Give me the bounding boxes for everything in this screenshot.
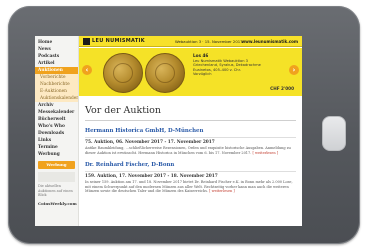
sidebar-nav: Home News Podcasts Artikel Auktionen Vor…	[35, 36, 79, 226]
tablet-home-button[interactable]	[322, 116, 346, 151]
coin-relief	[113, 63, 133, 83]
sidebar-item-werbung[interactable]: Werbung	[35, 151, 78, 158]
carousel-price: CHF 2'000	[270, 86, 294, 91]
main-content: Vor der Auktion Hermann Historica GmbH, …	[79, 96, 302, 226]
read-more-link[interactable]: [ weiterlesen ]	[253, 151, 279, 155]
coin-carousel: ‹ Los 46 Leu Numismatik Webauktion 3 Gri…	[79, 48, 302, 96]
sidebar-item-whos-who[interactable]: Who's Who	[35, 123, 78, 130]
sidebar-promo-text: Die aktuellen Auktionen auf einen Blick	[38, 184, 73, 198]
carousel-next-button[interactable]: ›	[289, 65, 299, 75]
page-title: Vor der Auktion	[85, 105, 161, 116]
sidebar-item-termine[interactable]: Termine	[35, 144, 78, 151]
sidebar-item-home[interactable]: Home	[35, 39, 78, 46]
top-banner[interactable]: LEU NUMISMATIK Webauktion 3 · 15. Novemb…	[79, 36, 302, 47]
sidebar-item-messekalender[interactable]: Messekalender	[35, 109, 78, 116]
banner-logo-text: LEU NUMISMATIK	[92, 38, 145, 44]
coin-relief	[155, 63, 175, 83]
auction-divider	[85, 171, 296, 173]
coin-obverse-image[interactable]	[103, 53, 143, 93]
auction-title-link[interactable]: Dr. Reinhard Fischer, D-Bonn	[85, 162, 296, 169]
sidebar-item-podcasts[interactable]: Podcasts	[35, 53, 78, 60]
coin-reverse-image[interactable]	[145, 53, 185, 93]
sidebar-subitem-vorberichte[interactable]: Vorberichte	[35, 74, 78, 81]
read-more-link[interactable]: [ weiterlesen ]	[209, 189, 235, 193]
sidebar-item-auktionen[interactable]: Auktionen	[35, 67, 78, 74]
banner-url[interactable]: www.leunumismatik.com	[241, 38, 298, 45]
auction-description: In seiner 159. Auktion am 17. und 18. No…	[85, 180, 296, 194]
sidebar-item-news[interactable]: News	[35, 46, 78, 53]
auction-entry: Dr. Reinhard Fischer, D-Bonn 159. Auktio…	[85, 162, 296, 194]
auction-title-link[interactable]: Hermann Historica GmbH, D-München	[85, 128, 296, 135]
tablet-screen: Home News Podcasts Artikel Auktionen Vor…	[35, 36, 302, 226]
carousel-line: Vorzüglich	[193, 72, 212, 77]
sidebar-item-links[interactable]: Links	[35, 137, 78, 144]
sidebar-item-buecherwelt[interactable]: Bücherwelt	[35, 116, 78, 123]
leu-logo-icon	[83, 38, 90, 45]
carousel-prev-button[interactable]: ‹	[82, 65, 92, 75]
auction-description-text: In seiner 159. Auktion am 17. und 18. No…	[85, 180, 293, 194]
auction-description: Antike Raumkleidung, ...schließlicherwei…	[85, 146, 296, 155]
banner-auction-info: Webauktion 3 · 15. November 2017	[175, 39, 243, 44]
sidebar-subitem-auktionskalender[interactable]: Auktionskalender	[35, 95, 78, 102]
sidebar-promo-image[interactable]	[38, 172, 75, 182]
sidebar-item-downloads[interactable]: Downloads	[35, 130, 78, 137]
tablet-frame: Home News Podcasts Artikel Auktionen Vor…	[8, 6, 360, 244]
heading-divider	[85, 120, 296, 121]
sidebar-footer-link[interactable]: CoinsWeekly.com	[35, 198, 78, 207]
sidebar-subitem-e-auktionen[interactable]: E-Auktionen	[35, 88, 78, 95]
carousel-lot-info: Los 46 Leu Numismatik Webauktion 3 Griec…	[193, 53, 285, 77]
auction-entry: Hermann Historica GmbH, D-München 75. Au…	[85, 128, 296, 155]
auction-divider	[85, 137, 296, 138]
sidebar-badge[interactable]: Werbung	[38, 161, 75, 169]
sidebar-subitem-nachberichte[interactable]: Nachberichte	[35, 81, 78, 88]
sidebar-item-archiv[interactable]: Archiv	[35, 102, 78, 109]
sidebar-item-artikel[interactable]: Artikel	[35, 60, 78, 67]
